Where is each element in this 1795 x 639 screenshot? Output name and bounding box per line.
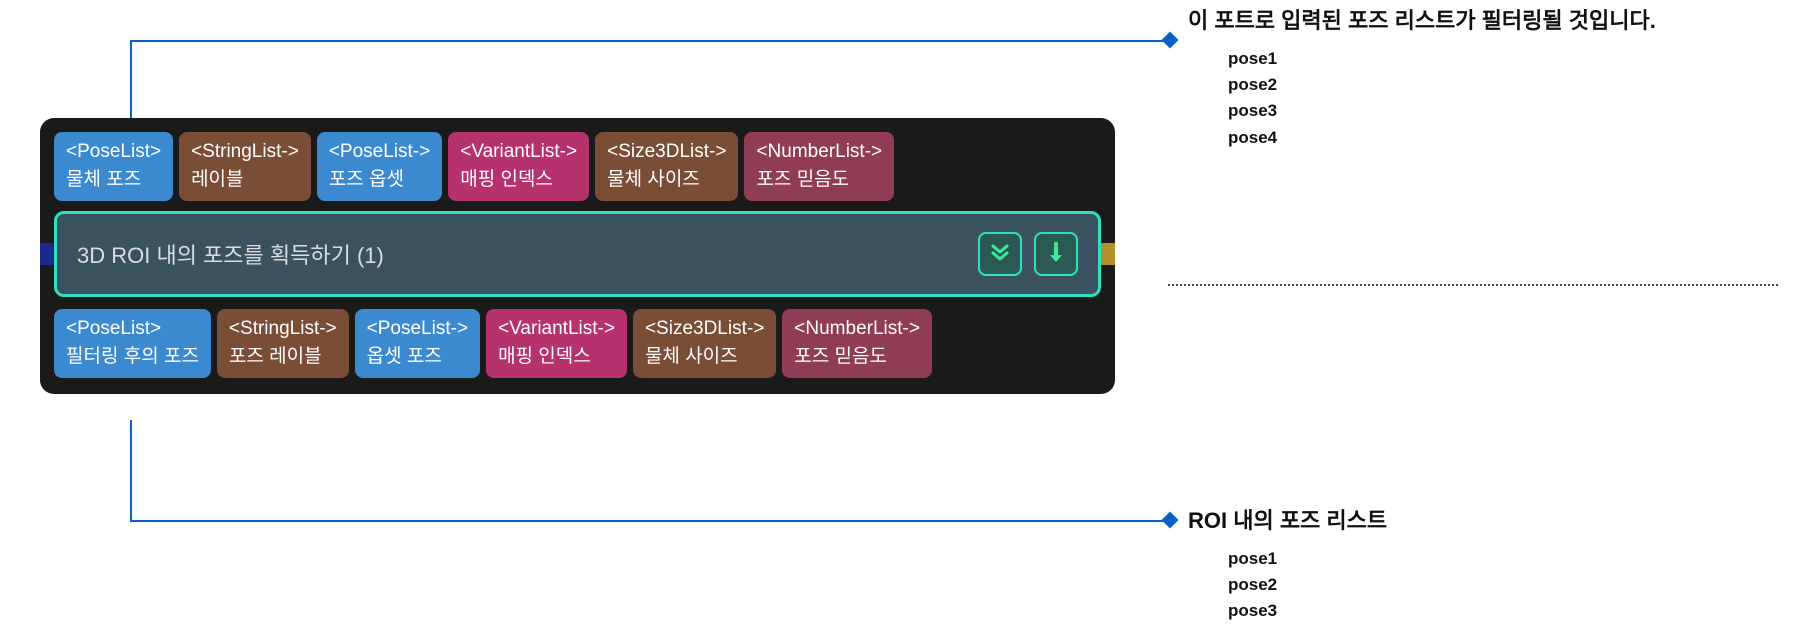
double-chevron-down-icon — [988, 240, 1012, 269]
port-label: 옵셋 포즈 — [367, 343, 468, 371]
port-type: <VariantList-> — [460, 138, 577, 166]
port-label: 포즈 옵셋 — [329, 166, 430, 194]
port-label: 물체 사이즈 — [645, 343, 764, 371]
list-item: pose4 — [1228, 125, 1768, 151]
input-port-string-list[interactable]: <StringList-> 레이블 — [179, 132, 311, 201]
node-card: <PoseList> 물체 포즈 <StringList-> 레이블 <Pose… — [40, 118, 1115, 394]
input-port-variant-list[interactable]: <VariantList-> 매핑 인덱스 — [448, 132, 589, 201]
list-item: pose2 — [1228, 72, 1768, 98]
port-label: 매핑 인덱스 — [460, 166, 577, 194]
callout-line-input-h — [130, 40, 1170, 42]
run-button[interactable] — [1034, 232, 1078, 276]
port-type: <Size3DList-> — [607, 138, 726, 166]
port-type: <PoseList-> — [367, 315, 468, 343]
port-type: <PoseList> — [66, 315, 199, 343]
list-item: pose1 — [1228, 46, 1768, 72]
list-item: pose3 — [1228, 98, 1768, 124]
callout-diamond-output — [1162, 512, 1179, 529]
port-type: <StringList-> — [229, 315, 337, 343]
node-buttons — [978, 232, 1078, 276]
output-port-filtered-pose[interactable]: <PoseList> 필터링 후의 포즈 — [54, 309, 211, 378]
port-label: 레이블 — [191, 166, 299, 194]
output-port-offset-pose[interactable]: <PoseList-> 옵셋 포즈 — [355, 309, 480, 378]
list-item: pose2 — [1228, 572, 1768, 598]
port-type: <Size3DList-> — [645, 315, 764, 343]
callout-diamond-input — [1162, 32, 1179, 49]
annotation-input-items: pose1 pose2 pose3 pose4 — [1188, 46, 1768, 151]
arrow-down-icon — [1044, 240, 1068, 269]
port-label: 물체 사이즈 — [607, 166, 726, 194]
callout-line-output-h — [130, 520, 1170, 522]
port-label: 포즈 믿음도 — [756, 166, 882, 194]
input-port-row: <PoseList> 물체 포즈 <StringList-> 레이블 <Pose… — [54, 132, 1101, 201]
output-port-number-list[interactable]: <NumberList-> 포즈 믿음도 — [782, 309, 932, 378]
input-port-pose-offset[interactable]: <PoseList-> 포즈 옵셋 — [317, 132, 442, 201]
output-port-row: <PoseList> 필터링 후의 포즈 <StringList-> 포즈 레이… — [54, 309, 1101, 378]
annotation-output-items: pose1 pose2 pose3 — [1188, 546, 1768, 625]
output-port-variant-list[interactable]: <VariantList-> 매핑 인덱스 — [486, 309, 627, 378]
output-port-size3d-list[interactable]: <Size3DList-> 물체 사이즈 — [633, 309, 776, 378]
port-label: 매핑 인덱스 — [498, 343, 615, 371]
list-item: pose3 — [1228, 598, 1768, 624]
callout-line-output-v — [130, 420, 132, 520]
port-label: 포즈 레이블 — [229, 343, 337, 371]
port-label: 포즈 믿음도 — [794, 343, 920, 371]
port-type: <PoseList> — [66, 138, 161, 166]
port-type: <NumberList-> — [756, 138, 882, 166]
list-item: pose1 — [1228, 546, 1768, 572]
port-type: <VariantList-> — [498, 315, 615, 343]
annotation-output-title: ROI 내의 포즈 리스트 — [1188, 506, 1768, 536]
input-port-size3d-list[interactable]: <Size3DList-> 물체 사이즈 — [595, 132, 738, 201]
input-port-number-list[interactable]: <NumberList-> 포즈 믿음도 — [744, 132, 894, 201]
port-label: 필터링 후의 포즈 — [66, 343, 199, 371]
exec-pin-out[interactable] — [1101, 243, 1115, 265]
annotation-divider — [1168, 284, 1778, 286]
port-type: <PoseList-> — [329, 138, 430, 166]
node-title: 3D ROI 내의 포즈를 획득하기 (1) — [77, 238, 384, 270]
port-type: <StringList-> — [191, 138, 299, 166]
input-port-pose-list[interactable]: <PoseList> 물체 포즈 — [54, 132, 173, 201]
expand-button[interactable] — [978, 232, 1022, 276]
annotation-input-title: 이 포트로 입력된 포즈 리스트가 필터링될 것입니다. — [1188, 6, 1768, 36]
annotation-output: ROI 내의 포즈 리스트 pose1 pose2 pose3 — [1188, 506, 1768, 625]
output-port-pose-label[interactable]: <StringList-> 포즈 레이블 — [217, 309, 349, 378]
port-type: <NumberList-> — [794, 315, 920, 343]
node-body[interactable]: 3D ROI 내의 포즈를 획득하기 (1) — [54, 211, 1101, 297]
exec-pin-in[interactable] — [40, 243, 54, 265]
port-label: 물체 포즈 — [66, 166, 161, 194]
annotation-input: 이 포트로 입력된 포즈 리스트가 필터링될 것입니다. pose1 pose2… — [1188, 6, 1768, 151]
